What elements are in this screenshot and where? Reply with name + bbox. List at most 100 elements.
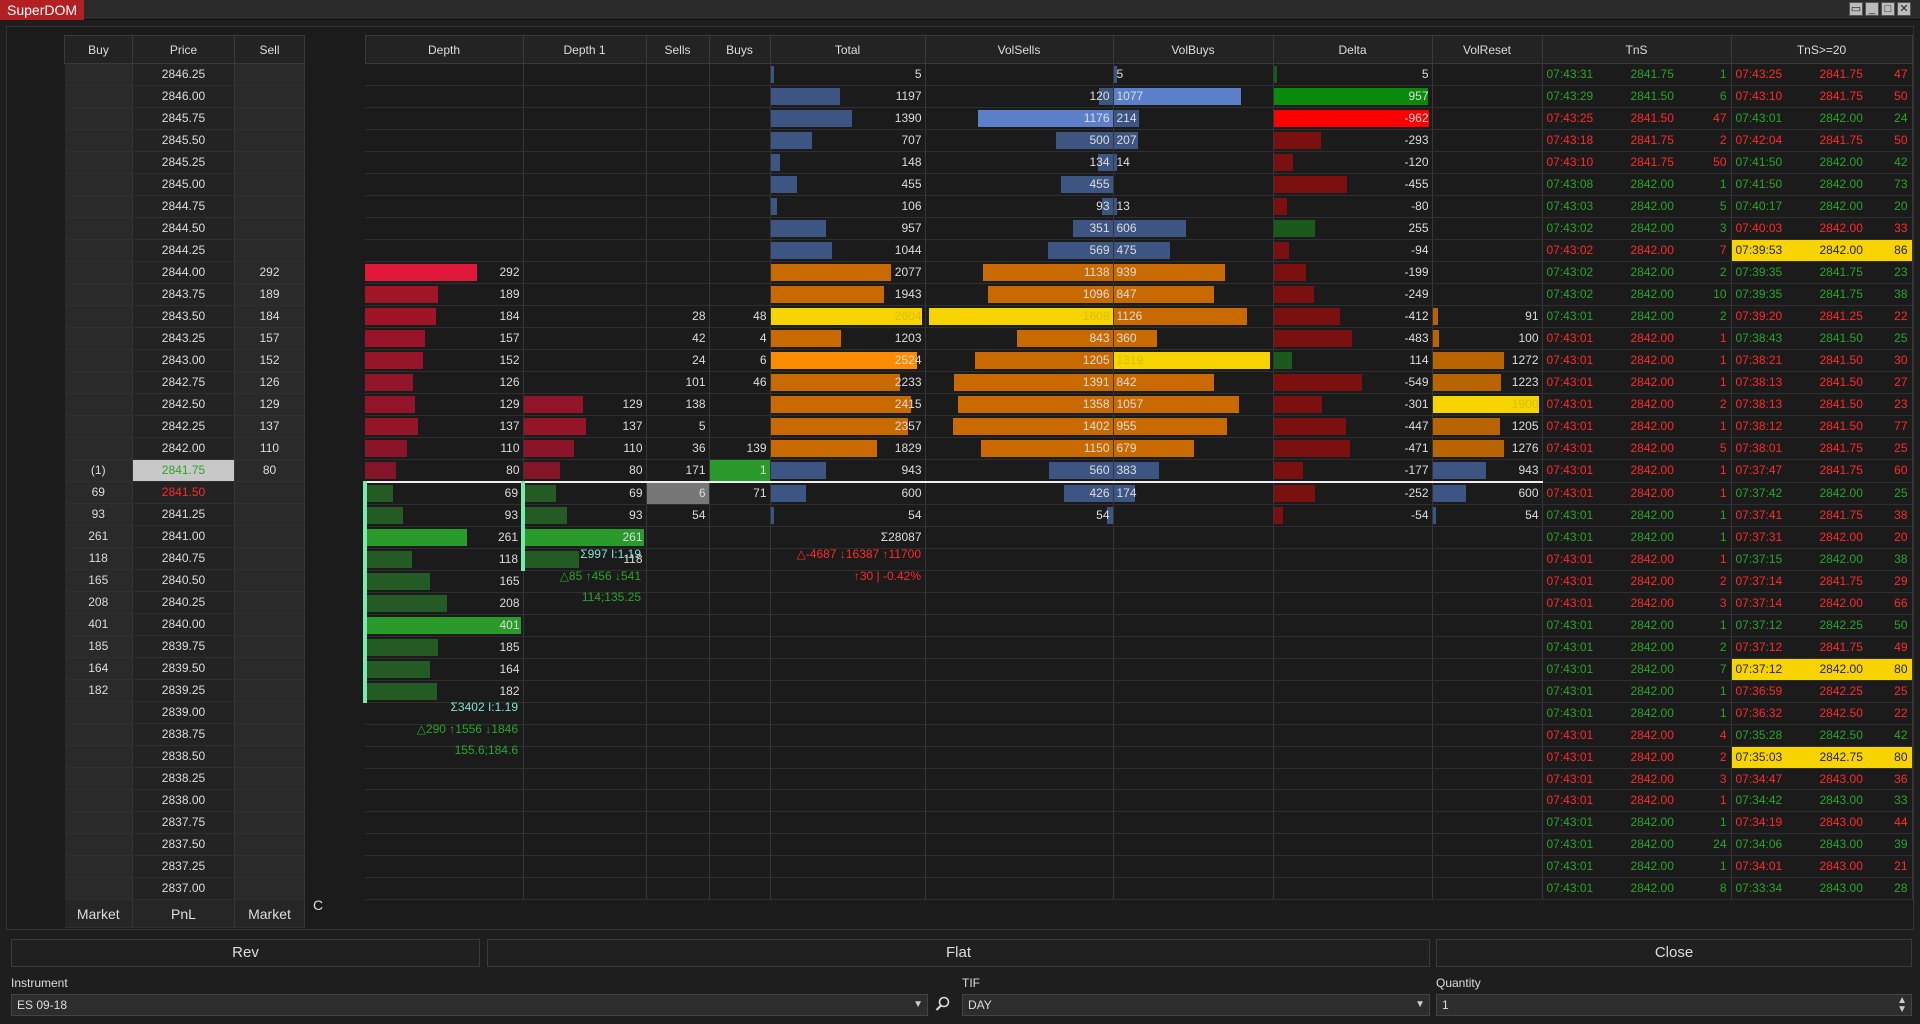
total-cell[interactable] — [770, 833, 926, 856]
volreset-cell[interactable]: 943 — [1432, 459, 1543, 483]
total-cell[interactable] — [770, 614, 926, 637]
price-cell[interactable]: 2838.25 — [132, 767, 235, 790]
volsells-cell[interactable] — [925, 592, 1114, 615]
total-cell[interactable] — [770, 658, 926, 681]
sells-cell[interactable]: 24 — [646, 349, 710, 372]
buys-cell[interactable] — [709, 811, 771, 835]
depth-cell[interactable]: 137 — [365, 415, 524, 438]
sells-cell[interactable] — [646, 283, 710, 306]
volreset-cell[interactable] — [1432, 63, 1543, 86]
buys-cell[interactable] — [709, 877, 771, 900]
sell-cell[interactable] — [234, 789, 305, 812]
total-cell[interactable]: 54 — [770, 504, 926, 527]
price-cell[interactable]: 2839.25 — [132, 679, 235, 702]
buy-cell[interactable]: 261 — [64, 525, 133, 548]
total-cell[interactable] — [770, 877, 926, 900]
delta-cell[interactable]: -301 — [1273, 393, 1433, 416]
depth-cell[interactable]: 69 — [363, 482, 524, 505]
delta-cell[interactable]: 5 — [1273, 63, 1433, 86]
depth-cell[interactable] — [365, 833, 524, 856]
depth-cell[interactable] — [365, 789, 524, 813]
delta-cell[interactable] — [1273, 855, 1433, 878]
depth-cell[interactable] — [365, 173, 524, 196]
sell-market-button[interactable]: Market — [234, 899, 305, 928]
volbuys-cell[interactable]: 1319 — [1113, 349, 1274, 372]
buy-cell[interactable]: 118 — [64, 547, 133, 570]
delta-cell[interactable] — [1273, 570, 1433, 593]
volbuys-cell[interactable] — [1113, 702, 1274, 725]
quantity-stepper[interactable]: 1 ▲ ▼ — [1436, 994, 1912, 1016]
total-cell[interactable]: Σ28087 — [770, 526, 926, 549]
sells-cell[interactable] — [646, 526, 710, 549]
depth-cell[interactable] — [365, 107, 524, 130]
sells-cell[interactable] — [646, 63, 710, 86]
buys-cell[interactable] — [709, 504, 771, 527]
depth1-cell[interactable] — [523, 702, 647, 725]
buy-market-button[interactable]: Market — [64, 899, 133, 928]
volreset-cell[interactable]: 1276 — [1432, 437, 1543, 460]
buys-cell[interactable] — [709, 151, 771, 174]
sell-cell[interactable]: 80 — [234, 459, 305, 482]
price-cell[interactable]: 2837.25 — [132, 855, 235, 878]
sells-cell[interactable]: 36 — [646, 437, 710, 460]
delta-cell[interactable] — [1273, 614, 1433, 637]
volreset-cell[interactable]: 1205 — [1432, 415, 1543, 438]
flat-button[interactable]: Flat — [487, 939, 1430, 967]
total-cell[interactable]: 1390 — [770, 107, 926, 130]
volbuys-cell[interactable]: 174 — [1113, 482, 1274, 505]
buys-cell[interactable]: 46 — [709, 371, 771, 394]
volreset-cell[interactable] — [1432, 217, 1543, 240]
depth1-cell[interactable] — [523, 239, 647, 262]
volbuys-cell[interactable]: 383 — [1113, 459, 1274, 483]
column-header[interactable]: Depth — [364, 35, 524, 64]
sell-cell[interactable] — [234, 85, 305, 108]
price-cell[interactable]: 2842.50 — [132, 393, 235, 416]
buys-cell[interactable] — [709, 680, 771, 703]
volreset-cell[interactable] — [1432, 173, 1543, 196]
volbuys-cell[interactable]: 939 — [1113, 261, 1274, 284]
buy-cell[interactable]: 69 — [64, 481, 133, 504]
buys-cell[interactable] — [709, 570, 771, 593]
sell-cell[interactable] — [234, 503, 305, 526]
volreset-cell[interactable]: 91 — [1432, 305, 1543, 328]
volsells-cell[interactable]: 93 — [925, 195, 1114, 218]
sells-cell[interactable]: 101 — [646, 371, 710, 394]
sells-cell[interactable] — [646, 811, 710, 835]
price-cell[interactable]: 2840.25 — [132, 591, 235, 614]
volbuys-cell[interactable]: 606 — [1113, 217, 1274, 240]
volsells-cell[interactable] — [925, 724, 1114, 747]
depth-cell[interactable] — [365, 151, 524, 174]
buy-cell[interactable] — [64, 701, 133, 724]
sells-cell[interactable] — [646, 239, 710, 262]
price-cell[interactable]: 2844.25 — [132, 239, 235, 262]
buy-cell[interactable] — [64, 415, 133, 438]
volreset-cell[interactable]: 54 — [1432, 504, 1543, 527]
sell-cell[interactable] — [234, 173, 305, 196]
depth-cell[interactable] — [365, 129, 524, 152]
volbuys-cell[interactable] — [1113, 173, 1274, 196]
buys-cell[interactable] — [709, 173, 771, 196]
buy-cell[interactable] — [64, 437, 133, 460]
delta-cell[interactable] — [1273, 548, 1433, 571]
buy-cell[interactable]: 93 — [64, 503, 133, 526]
volsells-cell[interactable]: 134 — [925, 151, 1114, 174]
sells-cell[interactable] — [646, 724, 710, 747]
volsells-cell[interactable]: 455 — [925, 173, 1114, 196]
depth1-cell[interactable] — [523, 768, 647, 791]
depth-cell[interactable] — [365, 768, 524, 791]
depth1-cell[interactable] — [523, 107, 647, 130]
delta-cell[interactable]: -94 — [1273, 239, 1433, 262]
volsells-cell[interactable] — [925, 680, 1114, 703]
buy-cell[interactable]: (1) — [64, 459, 133, 482]
column-header[interactable]: VolBuys — [1112, 35, 1274, 64]
volsells-cell[interactable] — [925, 63, 1114, 86]
sell-cell[interactable] — [234, 591, 305, 614]
volbuys-cell[interactable] — [1113, 570, 1274, 593]
buy-cell[interactable] — [64, 789, 133, 812]
delta-cell[interactable] — [1273, 658, 1433, 681]
depth1-cell[interactable] — [523, 855, 647, 878]
volreset-cell[interactable]: 1900 — [1432, 393, 1543, 416]
search-icon[interactable] — [935, 996, 953, 1014]
buys-cell[interactable]: 4 — [709, 327, 771, 350]
price-cell[interactable]: 2841.50 — [132, 481, 235, 504]
